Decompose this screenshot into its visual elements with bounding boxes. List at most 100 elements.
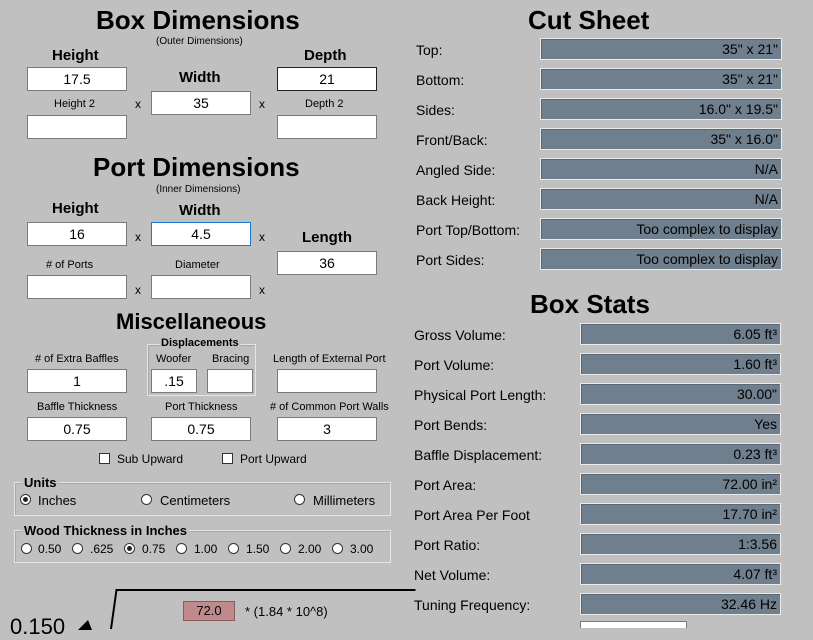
wood-200-radio[interactable] [280, 543, 291, 554]
port-height-label: Height [52, 200, 99, 217]
stat-port-ratio-label: Port Ratio: [414, 537, 481, 553]
stat-port-area-per-foot-value: 17.70 in² [580, 503, 781, 525]
formula-label: * (1.84 * 10^8) [245, 604, 328, 619]
cut-top-label: Top: [416, 42, 443, 58]
units-inches-radio[interactable] [20, 494, 31, 505]
cut-back-height-label: Back Height: [416, 192, 496, 208]
misc-title: Miscellaneous [116, 309, 267, 334]
port-x-2: x [259, 230, 265, 244]
stat-port-ratio-value: 1:3.56 [580, 533, 781, 555]
port-thickness-input[interactable] [151, 417, 251, 441]
stat-physical-port-length-label: Physical Port Length: [414, 387, 547, 403]
port-length-input[interactable] [277, 251, 377, 275]
wood-050-radio[interactable] [21, 543, 32, 554]
stat-baffle-displacement-value: 0.23 ft³ [580, 443, 781, 465]
ports-count-input[interactable] [27, 275, 127, 299]
common-port-walls-input[interactable] [277, 417, 377, 441]
box-width-label: Width [179, 69, 221, 86]
port-height-input[interactable] [27, 222, 127, 246]
stat-port-volume-value: 1.60 ft³ [580, 353, 781, 375]
stat-port-bends-label: Port Bends: [414, 417, 488, 433]
cut-top-value: 35" x 21" [540, 38, 782, 60]
port-x-1: x [135, 230, 141, 244]
stat-port-volume-label: Port Volume: [414, 357, 495, 373]
box-depth2-input[interactable] [277, 115, 377, 139]
frequency-value-box: 72.0 [183, 601, 235, 621]
cut-sides-value: 16.0" x 19.5" [540, 98, 782, 120]
cut-port-sides-label: Port Sides: [416, 252, 485, 268]
stat-net-volume-value: 4.07 ft³ [580, 563, 781, 585]
external-port-length-label: Length of External Port [273, 353, 386, 365]
stat-net-volume-label: Net Volume: [414, 567, 491, 583]
stat-port-area-per-foot-label: Port Area Per Foot [414, 507, 530, 523]
port-x-4: x [259, 283, 265, 297]
port-upward-checkbox[interactable] [222, 453, 233, 464]
bracing-label: Bracing [212, 353, 250, 365]
diameter-input[interactable] [151, 275, 251, 299]
wood-0625-label: .625 [90, 542, 114, 556]
woofer-label: Woofer [156, 353, 192, 365]
stat-gross-volume-value: 6.05 ft³ [580, 323, 781, 345]
cut-port-top-bottom-value: Too complex to display [540, 218, 782, 240]
stat-tuning-frequency-value: 32.46 Hz [580, 593, 781, 615]
cut-front-back-value: 35" x 16.0" [540, 128, 782, 150]
port-dimensions-subtitle: (Inner Dimensions) [156, 184, 241, 195]
sub-upward-checkbox[interactable] [99, 453, 110, 464]
arrow-head-icon [78, 620, 92, 630]
wood-075-radio[interactable] [124, 543, 135, 554]
port-upward-label: Port Upward [240, 452, 307, 466]
external-port-length-input[interactable] [277, 369, 377, 393]
stat-physical-port-length-value: 30.00" [580, 383, 781, 405]
wood-300-label: 3.00 [350, 542, 374, 556]
port-width-label: Width [179, 202, 221, 219]
baffle-thickness-input[interactable] [27, 417, 127, 441]
box-dimensions-title: Box Dimensions [96, 5, 300, 35]
stat-gross-volume-label: Gross Volume: [414, 327, 506, 343]
units-centimeters-radio[interactable] [141, 494, 152, 505]
cut-port-top-bottom-label: Port Top/Bottom: [416, 222, 521, 238]
cut-back-height-value: N/A [540, 188, 782, 210]
cut-front-back-label: Front/Back: [416, 132, 488, 148]
box-x-left: x [135, 97, 141, 111]
box-height2-input[interactable] [27, 115, 127, 139]
box-width-input[interactable] [151, 91, 251, 115]
cut-sides-label: Sides: [416, 102, 455, 118]
woofer-displacement-input[interactable] [151, 369, 197, 393]
cut-angled-side-label: Angled Side: [416, 162, 496, 178]
wood-100-label: 1.00 [194, 542, 218, 556]
cut-angled-side-value: N/A [540, 158, 782, 180]
box-height-label: Height [52, 47, 99, 64]
wood-100-radio[interactable] [176, 543, 187, 554]
ports-count-label: # of Ports [46, 259, 94, 271]
box-depth-label: Depth [304, 47, 347, 64]
box-height2-label: Height 2 [54, 98, 95, 110]
port-x-3: x [135, 283, 141, 297]
box-depth2-label: Depth 2 [305, 98, 344, 110]
box-stats-title: Box Stats [530, 289, 650, 319]
wood-0625-radio[interactable] [72, 543, 83, 554]
wood-050-label: 0.50 [38, 542, 62, 556]
displacements-label: Displacements [160, 337, 240, 349]
wood-150-radio[interactable] [228, 543, 239, 554]
bracing-displacement-input[interactable] [207, 369, 253, 393]
port-width-input[interactable] [151, 222, 251, 246]
stat-port-area-label: Port Area: [414, 477, 477, 493]
units-millimeters-label: Millimeters [313, 493, 376, 508]
box-height-input[interactable] [27, 67, 127, 91]
units-millimeters-radio[interactable] [294, 494, 305, 505]
wood-thickness-title: Wood Thickness in Inches [22, 523, 190, 538]
port-dimensions-title: Port Dimensions [93, 152, 300, 182]
box-depth-input[interactable] [277, 67, 377, 91]
extra-baffles-input[interactable] [27, 369, 127, 393]
baffle-thickness-label: Baffle Thickness [37, 401, 118, 413]
port-thickness-label: Port Thickness [165, 401, 238, 413]
extra-baffles-label: # of Extra Baffles [35, 353, 119, 365]
diameter-label: Diameter [175, 259, 220, 271]
wood-300-radio[interactable] [332, 543, 343, 554]
units-title: Units [22, 475, 59, 490]
cut-sheet-title: Cut Sheet [528, 5, 650, 35]
partial-button[interactable] [580, 621, 687, 628]
units-centimeters-label: Centimeters [160, 493, 231, 508]
common-port-walls-label: # of Common Port Walls [270, 401, 389, 413]
wood-150-label: 1.50 [246, 542, 270, 556]
